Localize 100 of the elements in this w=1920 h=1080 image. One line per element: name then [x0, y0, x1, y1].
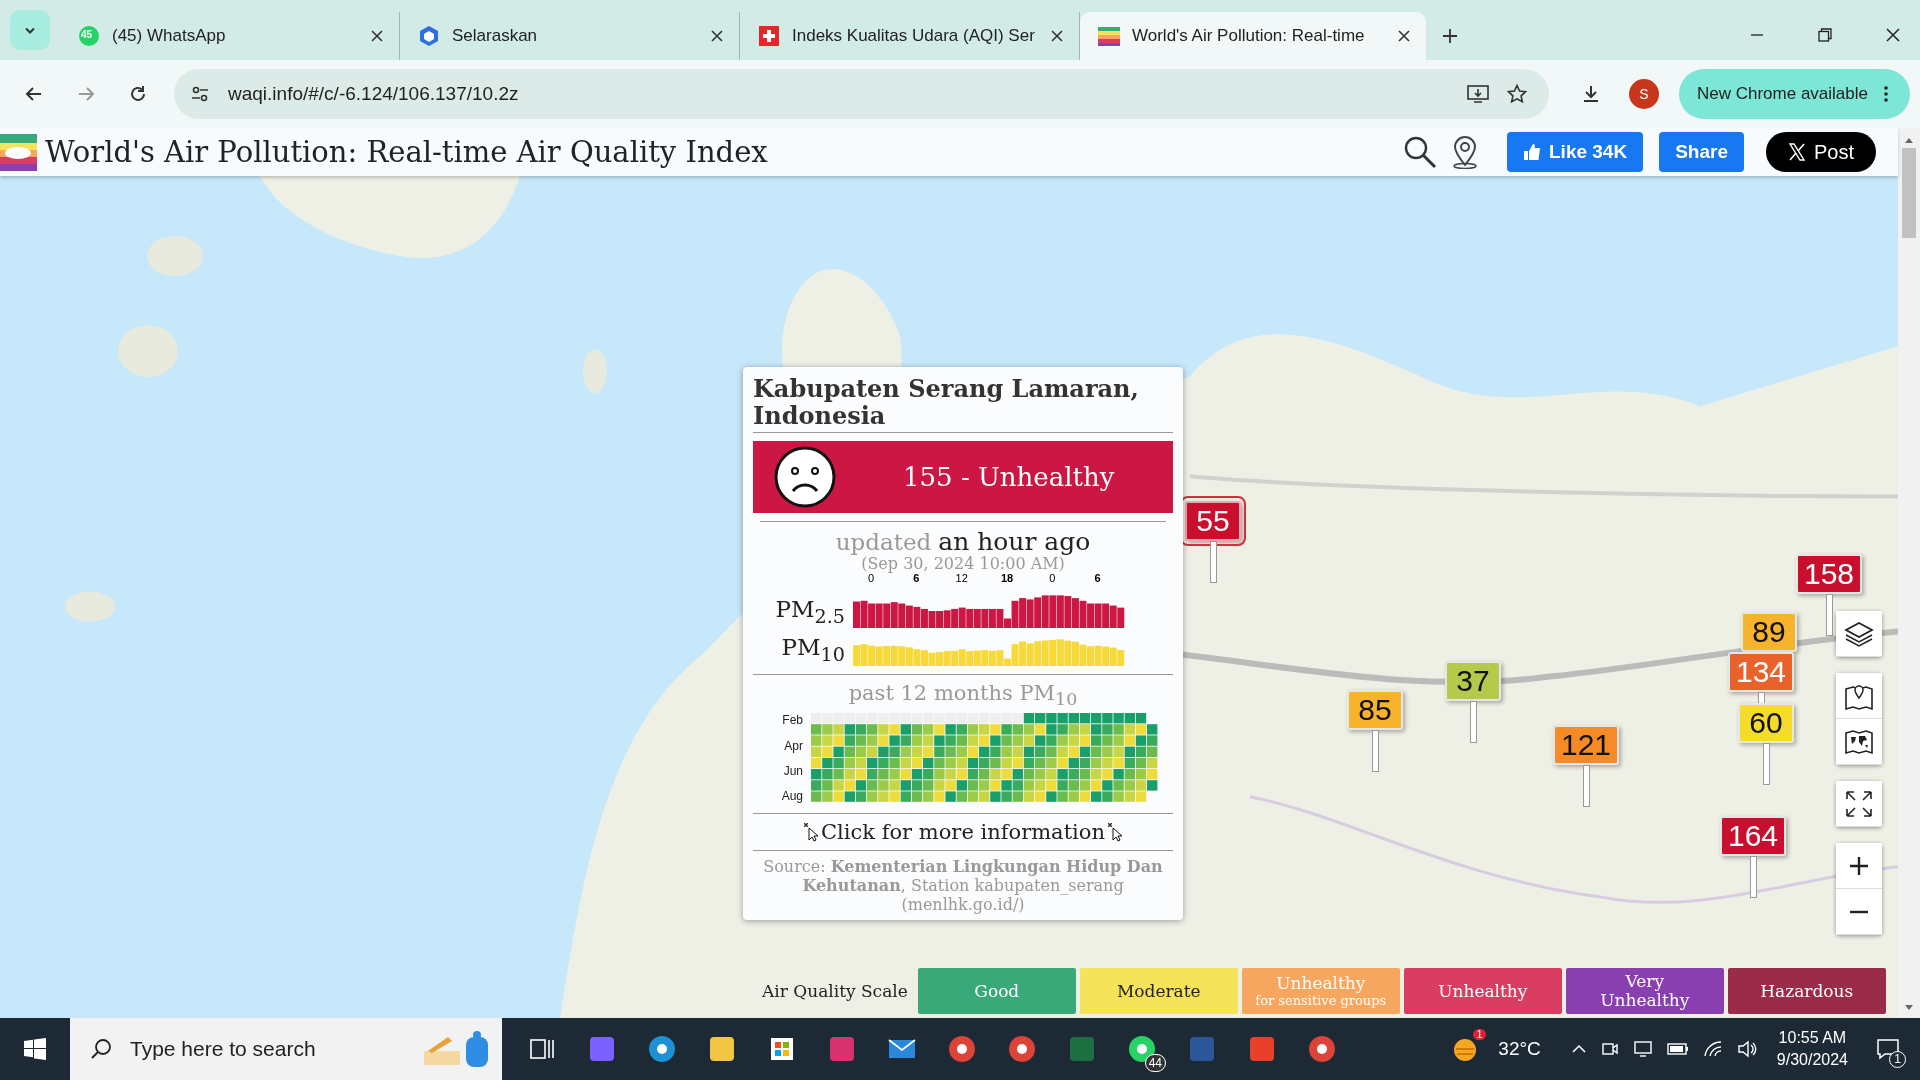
like-button[interactable]: Like 34K — [1507, 132, 1644, 172]
windows-start-icon[interactable] — [24, 1038, 46, 1060]
zoom-in-button[interactable] — [1836, 843, 1882, 889]
restore-icon[interactable] — [1818, 28, 1832, 42]
scale-level: Very Unhealthy — [1565, 968, 1724, 1014]
temperature[interactable]: 32°C — [1498, 1038, 1541, 1060]
scale-level: Unhealthy for sensitive groups — [1241, 968, 1400, 1014]
world-map-button[interactable] — [1836, 719, 1882, 765]
marker-pole — [1762, 743, 1770, 785]
install-app-icon[interactable] — [1466, 84, 1489, 104]
timestamp: (Sep 30, 2024 10:00 AM) — [861, 556, 1065, 572]
sparkle-cursor-icon — [1106, 822, 1123, 843]
speaker-icon[interactable] — [1736, 1040, 1757, 1058]
aqi-reading: 155 - Unhealthy — [903, 462, 1115, 492]
aqi-marker[interactable]: 60 — [1738, 703, 1794, 743]
pm25-label: PM$_{2.5}$ — [774, 596, 846, 628]
search-icon — [90, 1038, 112, 1060]
star-icon[interactable] — [1506, 84, 1527, 104]
share-button[interactable]: Share — [1659, 132, 1744, 172]
sparkle-cursor-icon — [803, 822, 819, 843]
site-title: World's Air Pollution: Real-time Air Quality Index — [45, 135, 768, 169]
marker-pole — [1371, 730, 1379, 772]
updated-label: updated — [835, 529, 932, 555]
scroll-down-icon[interactable] — [1904, 1004, 1914, 1012]
clock-time[interactable]: 10:55 AM — [1778, 1027, 1847, 1049]
update-button[interactable]: New Chrome available — [1678, 69, 1910, 119]
scrollbar-thumb[interactable] — [1902, 148, 1916, 238]
url-text: waqi.info/#/c/-6.124/106.137/10.2z — [228, 83, 519, 105]
aqi-marker[interactable]: 89 — [1741, 612, 1797, 652]
tab-title: (45) WhatsApp — [112, 26, 227, 46]
scale-level: Unhealthy — [1403, 968, 1562, 1014]
layers-button[interactable] — [1836, 611, 1882, 657]
wifi-icon[interactable] — [1702, 1040, 1723, 1058]
map-pin-button[interactable] — [1836, 673, 1882, 719]
close-icon[interactable] — [1051, 30, 1063, 42]
map-view[interactable] — [0, 176, 1898, 1018]
close-icon[interactable] — [711, 30, 723, 42]
air-quality-logo-icon — [1098, 25, 1120, 47]
thumbs-up-icon — [1523, 143, 1541, 161]
close-icon[interactable] — [1886, 28, 1900, 42]
marker-pole — [1757, 692, 1765, 704]
reload-icon[interactable] — [128, 84, 148, 104]
aqi-marker[interactable]: 37 — [1445, 661, 1501, 701]
sad-face-icon — [773, 445, 837, 509]
island-drawing — [583, 349, 607, 394]
marker-pole — [1469, 701, 1477, 743]
legend-title: Air Quality Scale — [762, 981, 908, 1001]
post-button[interactable]: Post — [1765, 132, 1876, 172]
island-drawing — [147, 236, 203, 277]
hexagon-icon — [418, 25, 440, 47]
notification-count: 1 — [1889, 1051, 1906, 1068]
aqi-marker[interactable]: 158 — [1796, 554, 1863, 594]
unread-count: 45 — [81, 29, 93, 40]
close-icon[interactable] — [371, 30, 383, 42]
world-map-icon — [1844, 728, 1874, 755]
more-info-link[interactable]: Click for more information — [821, 820, 1105, 845]
month-label: Apr — [784, 738, 803, 753]
unread-badge: 44 — [1144, 1054, 1166, 1072]
address-bar[interactable]: waqi.info/#/c/-6.124/106.137/10.2z — [174, 69, 1549, 119]
tab-title: Indeks Kualitas Udara (AQI) Ser — [792, 26, 1036, 46]
fullscreen-icon — [1844, 788, 1874, 819]
layers-icon — [1844, 620, 1874, 647]
hour-tick-label: 0 — [868, 572, 875, 584]
aqi-marker[interactable]: 85 — [1347, 690, 1403, 730]
aqi-marker[interactable]: 121 — [1553, 725, 1620, 765]
profile-avatar[interactable]: S — [1628, 79, 1659, 109]
close-icon[interactable] — [1398, 30, 1410, 42]
scroll-up-icon[interactable] — [1904, 136, 1914, 144]
marker-pole — [1825, 594, 1833, 636]
cross-icon — [758, 25, 780, 47]
browser-tab[interactable]: World's Air Pollution: Real-time — [1080, 12, 1426, 60]
site-settings-icon[interactable] — [190, 84, 210, 104]
island-drawing — [118, 325, 178, 378]
month-label: Aug — [781, 789, 803, 804]
x-logo-icon — [1787, 143, 1806, 161]
hour-tick-label: 12 — [955, 572, 968, 584]
scale-level: Hazardous — [1727, 968, 1886, 1014]
source-text: Source: Kementerian Lingkungan Hidup Dan Kehutanan, Station kabupaten_serang (menlhk.go.id/) — [762, 856, 1164, 915]
battery-icon[interactable] — [1666, 1042, 1689, 1056]
updated-time: an hour ago — [938, 527, 1091, 556]
station-name: Kabupaten Serang Lamaran, Indonesia — [753, 375, 1173, 433]
scale-level: Moderate — [1079, 968, 1238, 1014]
fullscreen-button[interactable] — [1836, 781, 1882, 827]
location-pin-icon[interactable] — [1451, 135, 1479, 169]
more-icon[interactable] — [1884, 86, 1888, 102]
month-label: Feb — [782, 713, 803, 728]
scrollbar[interactable] — [1898, 128, 1920, 1018]
search-icon[interactable] — [1403, 135, 1437, 169]
monitor-icon[interactable] — [1632, 1040, 1653, 1058]
plus-icon — [1849, 855, 1869, 876]
aqi-marker[interactable]: 164 — [1720, 816, 1787, 856]
camera-icon[interactable] — [1600, 1040, 1619, 1058]
weather-alert-badge: 1 — [1472, 1029, 1487, 1040]
marker-pole — [1209, 541, 1217, 583]
new-tab-icon[interactable] — [1442, 28, 1458, 44]
taskbar-search-field[interactable]: Type here to search — [70, 1018, 502, 1080]
scale-level: Good — [917, 968, 1076, 1014]
chevron-down-icon — [25, 26, 35, 34]
hour-tick-label: 6 — [913, 572, 920, 584]
clock-date[interactable]: 9/30/2024 — [1776, 1049, 1848, 1071]
